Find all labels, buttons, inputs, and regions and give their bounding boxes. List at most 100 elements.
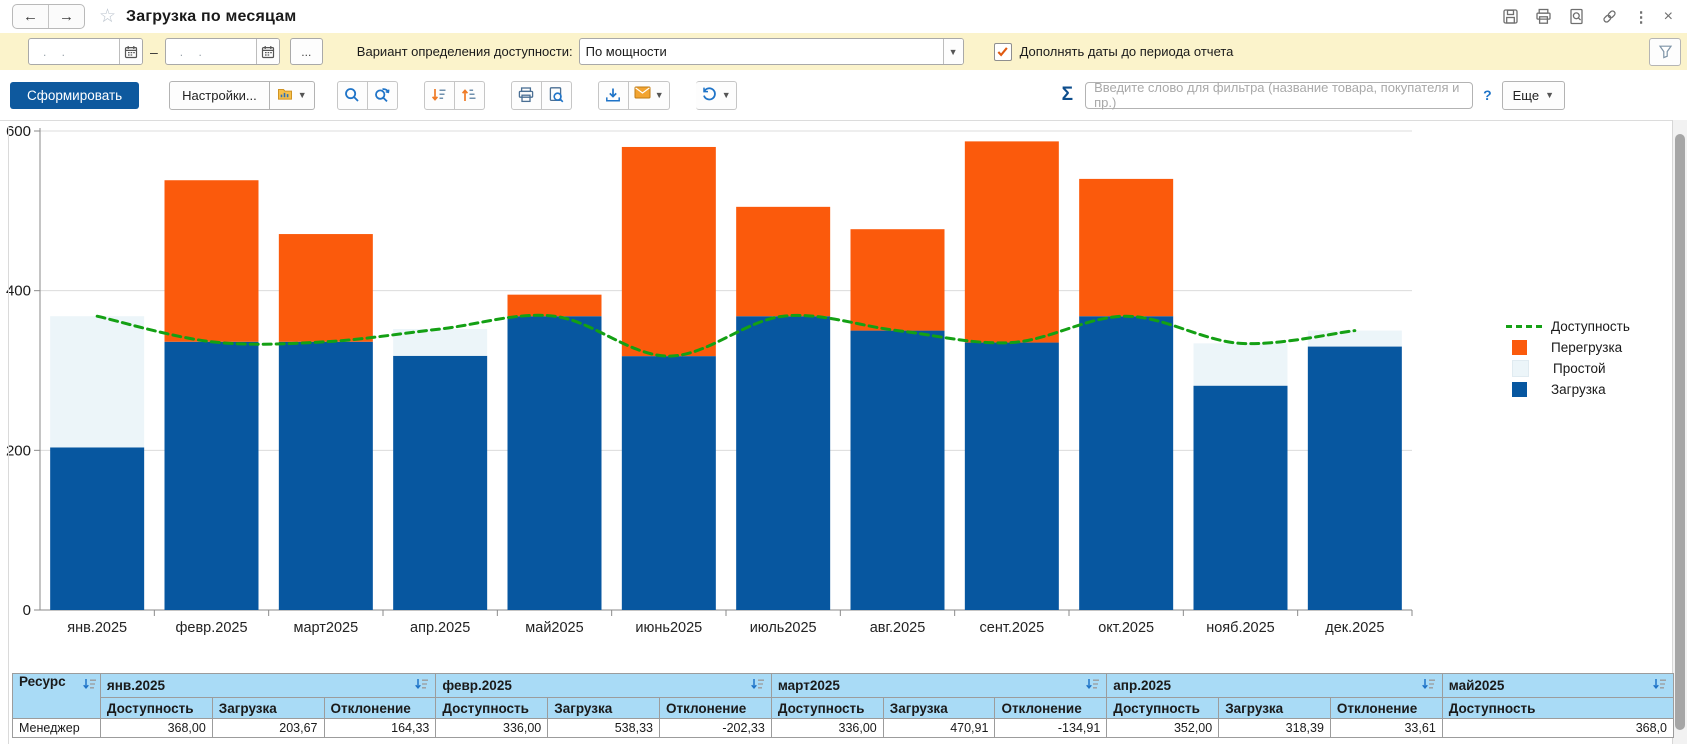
bar-segment-Перегрузка (622, 147, 716, 356)
sub-column-header[interactable]: Доступность (436, 698, 548, 719)
filter-funnel-button[interactable] (1649, 38, 1681, 66)
undo-group: ▼ (696, 81, 737, 110)
print-icon[interactable] (1535, 8, 1553, 26)
resource-cell[interactable]: Менеджер (13, 719, 101, 738)
favorite-star-icon[interactable]: ☆ (99, 5, 116, 28)
legend-swatch (1512, 340, 1527, 355)
vertical-scrollbar[interactable] (1672, 120, 1687, 744)
sort-desc-icon[interactable] (424, 81, 455, 110)
help-link[interactable]: ? (1483, 87, 1492, 103)
mail-button[interactable]: ▼ (629, 81, 670, 110)
legend-label: Простой (1553, 361, 1606, 376)
bar-segment-Перегрузка (965, 141, 1059, 342)
totals-sigma-icon[interactable]: Σ (1062, 84, 1073, 106)
quick-filter-input[interactable]: Введите слово для фильтра (название това… (1085, 82, 1473, 109)
sub-column-header[interactable]: Доступность (100, 698, 212, 719)
report-variants-button[interactable]: ▼ (270, 81, 315, 110)
sub-column-header[interactable]: Доступность (1442, 698, 1673, 719)
sub-column-header[interactable]: Загрузка (548, 698, 660, 719)
calendar-icon[interactable] (256, 39, 279, 64)
x-axis-label: май2025 (525, 620, 583, 636)
value-cell[interactable]: 318,39 (1219, 719, 1331, 738)
value-cell[interactable]: 368,0 (1442, 719, 1673, 738)
availability-option-combo[interactable]: По мощности ▼ (579, 38, 964, 65)
value-cell[interactable]: -202,33 (659, 719, 771, 738)
bar-segment-Загрузка (851, 331, 945, 610)
data-table: Ресурсянв.2025февр.2025март2025апр.2025м… (12, 673, 1674, 738)
sub-column-header[interactable]: Загрузка (1219, 698, 1331, 719)
availability-option-value[interactable]: По мощности (580, 39, 943, 64)
date-from-value[interactable]: . . (29, 39, 119, 64)
settings-button[interactable]: Настройки... (169, 81, 270, 110)
value-cell[interactable]: 336,00 (771, 719, 883, 738)
value-cell[interactable]: 203,67 (212, 719, 324, 738)
print-icon[interactable] (511, 81, 542, 110)
sub-column-header[interactable]: Отклонение (659, 698, 771, 719)
undo-button[interactable]: ▼ (696, 81, 737, 110)
sort-asc-icon[interactable] (455, 81, 485, 110)
month-group-header[interactable]: апр.2025 (1107, 674, 1442, 698)
mail-icon (634, 86, 651, 104)
availability-option-label: Вариант определения доступности: (357, 44, 573, 59)
more-icon[interactable]: ⋮ (1634, 8, 1649, 26)
date-to-value[interactable]: . . (166, 39, 256, 64)
sub-column-header[interactable]: Доступность (771, 698, 883, 719)
more-actions-button[interactable]: Еще ▼ (1502, 81, 1565, 110)
sort-icon[interactable] (414, 678, 429, 693)
chevron-down-icon[interactable]: ▼ (943, 39, 963, 64)
search-cancel-icon[interactable] (368, 81, 398, 110)
value-cell[interactable]: 538,33 (548, 719, 660, 738)
sub-column-header[interactable]: Загрузка (883, 698, 995, 719)
bar-segment-Простой (50, 316, 144, 447)
value-cell[interactable]: -134,91 (995, 719, 1107, 738)
resource-column-header[interactable]: Ресурс (13, 674, 101, 719)
value-cell[interactable]: 470,91 (883, 719, 995, 738)
date-from-field[interactable]: . . (28, 38, 143, 65)
append-dates-checkbox[interactable]: Дополнять даты до периода отчета (994, 43, 1234, 61)
bar-segment-Загрузка (965, 343, 1059, 610)
print-preview-icon[interactable] (542, 81, 572, 110)
month-group-header[interactable]: март2025 (771, 674, 1106, 698)
back-button[interactable]: ← (13, 5, 49, 28)
legend-item: Перегрузка (1506, 337, 1682, 358)
generate-button[interactable]: Сформировать (10, 82, 139, 109)
sub-column-header[interactable]: Отклонение (324, 698, 436, 719)
forward-button[interactable]: → (49, 5, 84, 28)
sort-icon[interactable] (750, 678, 765, 693)
chevron-down-icon: ▼ (722, 90, 731, 100)
chevron-down-icon: ▼ (298, 90, 307, 100)
scrollbar-thumb[interactable] (1675, 134, 1685, 730)
date-to-field[interactable]: . . (165, 38, 280, 65)
date-more-button[interactable]: ... (290, 38, 323, 65)
checkbox-checked-icon[interactable] (994, 43, 1012, 61)
sub-column-header[interactable]: Отклонение (995, 698, 1107, 719)
save-icon[interactable] (1502, 8, 1520, 26)
sub-column-header[interactable]: Загрузка (212, 698, 324, 719)
y-axis-tick: 200 (6, 442, 31, 459)
search-icon[interactable] (337, 81, 368, 110)
sub-column-header[interactable]: Доступность (1107, 698, 1219, 719)
value-cell[interactable]: 164,33 (324, 719, 436, 738)
month-group-header[interactable]: февр.2025 (436, 674, 771, 698)
month-group-header[interactable]: янв.2025 (100, 674, 435, 698)
link-icon[interactable] (1601, 8, 1619, 26)
sort-icon[interactable] (1652, 678, 1667, 693)
x-axis-label: февр.2025 (175, 620, 247, 636)
month-group-header[interactable]: май2025 (1442, 674, 1673, 698)
preview-icon[interactable] (1568, 8, 1586, 26)
value-cell[interactable]: 352,00 (1107, 719, 1219, 738)
value-cell[interactable]: 33,61 (1330, 719, 1442, 738)
value-cell[interactable]: 336,00 (436, 719, 548, 738)
sort-icon[interactable] (1085, 678, 1100, 693)
sort-icon[interactable] (82, 678, 97, 693)
x-axis-label: дек.2025 (1325, 620, 1384, 636)
bar-segment-Загрузка (1079, 316, 1173, 610)
value-cell[interactable]: 368,00 (100, 719, 212, 738)
close-icon[interactable]: × (1664, 8, 1673, 26)
bar-segment-Загрузка (622, 356, 716, 610)
download-icon[interactable] (598, 81, 629, 110)
page-title: Загрузка по месяцам (126, 8, 296, 26)
sort-icon[interactable] (1421, 678, 1436, 693)
sub-column-header[interactable]: Отклонение (1330, 698, 1442, 719)
calendar-icon[interactable] (119, 39, 142, 64)
